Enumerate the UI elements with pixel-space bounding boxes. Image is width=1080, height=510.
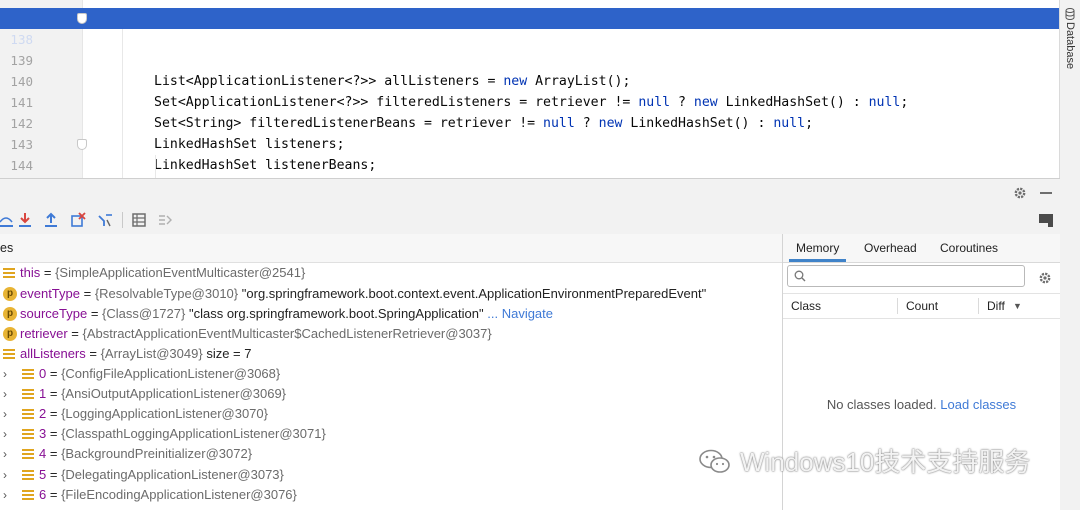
list-item[interactable]: › 2 = {LoggingApplicationListener@3070} xyxy=(0,404,782,424)
step-over-icon[interactable] xyxy=(0,212,14,228)
chevron-right-icon[interactable]: › xyxy=(3,404,13,424)
field-list-icon xyxy=(22,369,34,379)
column-class[interactable]: Class xyxy=(791,294,821,318)
empty-state: No classes loaded. Load classes xyxy=(783,397,1060,412)
tab-coroutines[interactable]: Coroutines xyxy=(940,234,998,262)
code-line-144[interactable]: 144 synchronized(this.defaultRetriever) … xyxy=(0,134,1060,173)
list-item[interactable]: › 5 = {DelegatingApplicationListener@307… xyxy=(0,465,782,485)
load-classes-link[interactable]: Load classes xyxy=(940,397,1016,412)
field-list-icon xyxy=(22,490,34,500)
code-line-141[interactable]: 141 Set<String> filteredListenerBeans = … xyxy=(0,71,1060,131)
code-line-145[interactable]: 145 listeners = new LinkedHashSet(this.d… xyxy=(0,155,1060,176)
code-line-140[interactable]: 140 Set<ApplicationListener<?>> filtered… xyxy=(0,50,1060,110)
chevron-right-icon[interactable]: › xyxy=(3,465,13,485)
variable-row-sourceType[interactable]: p sourceType = {Class@1727} "class org.s… xyxy=(0,304,782,324)
sort-desc-icon[interactable]: ▼ xyxy=(1013,294,1022,318)
column-count[interactable]: Count xyxy=(906,294,938,318)
chevron-right-icon[interactable]: › xyxy=(3,485,13,505)
field-list-icon xyxy=(3,268,15,278)
list-item[interactable]: › 3 = {ClasspathLoggingApplicationListen… xyxy=(0,424,782,444)
variables-panel[interactable]: es this = {SimpleApplicationEventMultica… xyxy=(0,234,783,510)
drop-frame-icon[interactable] xyxy=(70,212,86,228)
class-table-header: Class Count Diff ▼ xyxy=(783,293,1060,319)
code-line-143[interactable]: 143 LinkedHashSet listenerBeans; xyxy=(0,113,1060,173)
right-tool-strip: Database xyxy=(1059,0,1080,510)
parameter-icon: p xyxy=(3,287,17,301)
indent-guide xyxy=(155,155,156,178)
watermark-text: Windows10技术支持服务 xyxy=(740,447,1031,477)
chevron-right-icon[interactable]: › xyxy=(3,444,13,464)
step-out-icon[interactable] xyxy=(43,212,59,228)
navigate-link[interactable]: ... Navigate xyxy=(487,306,553,321)
toolbar-separator xyxy=(122,212,123,228)
variable-row-eventType[interactable]: p eventType = {ResolvableType@3010} "org… xyxy=(0,284,782,304)
code-editor[interactable]: 138 private Collection<ApplicationListen… xyxy=(0,0,1060,178)
memory-tab-bar: Memory Overhead Coroutines xyxy=(783,234,1060,263)
parameter-icon: p xyxy=(3,307,17,321)
fold-marker-icon[interactable] xyxy=(77,13,87,24)
field-list-icon xyxy=(22,429,34,439)
step-into-icon[interactable] xyxy=(17,212,33,228)
database-tab[interactable]: Database xyxy=(1062,8,1078,78)
column-separator xyxy=(897,298,898,314)
variable-row-this[interactable]: this = {SimpleApplicationEventMulticaste… xyxy=(0,263,782,283)
database-tab-label: Database xyxy=(1064,22,1076,70)
code-line-138[interactable]: 138 private Collection<ApplicationListen… xyxy=(0,8,1060,89)
database-icon xyxy=(1065,8,1075,20)
tab-overhead[interactable]: Overhead xyxy=(864,234,917,262)
class-search-input[interactable] xyxy=(787,265,1025,287)
gear-icon[interactable] xyxy=(1038,271,1052,285)
evaluate-expression-icon[interactable] xyxy=(131,212,147,228)
field-list-icon xyxy=(22,470,34,480)
indent-guide xyxy=(122,29,123,178)
debug-toolbar xyxy=(0,206,1060,235)
chevron-right-icon[interactable]: › xyxy=(3,364,13,384)
list-item[interactable]: › 1 = {AnsiOutputApplicationListener@306… xyxy=(0,384,782,404)
variable-row-retriever[interactable]: p retriever = {AbstractApplicationEventM… xyxy=(0,324,782,344)
search-icon xyxy=(794,270,806,282)
parameter-icon: p xyxy=(3,327,17,341)
empty-state-text: No classes loaded. xyxy=(826,397,937,412)
tab-memory[interactable]: Memory xyxy=(789,234,847,262)
fold-marker-icon[interactable] xyxy=(77,139,87,150)
debug-tool-window-header xyxy=(0,178,1060,207)
code-line-142[interactable]: 142 LinkedHashSet listeners; xyxy=(0,92,1060,152)
field-list-icon xyxy=(3,349,15,359)
column-diff[interactable]: Diff xyxy=(987,294,1005,318)
list-item[interactable]: › 6 = {FileEncodingApplicationListener@3… xyxy=(0,485,782,505)
field-list-icon xyxy=(22,449,34,459)
variables-title: es xyxy=(0,234,782,263)
chevron-right-icon[interactable]: › xyxy=(3,384,13,404)
minimize-icon[interactable] xyxy=(1040,192,1052,194)
field-list-icon xyxy=(22,389,34,399)
chevron-right-icon[interactable]: › xyxy=(3,424,13,444)
list-item[interactable]: › 4 = {BackgroundPreinitializer@3072} xyxy=(0,444,782,464)
variable-row-allListeners[interactable]: allListeners = {ArrayList@3049} size = 7 xyxy=(0,344,782,364)
field-list-icon xyxy=(22,409,34,419)
wechat-logo-icon xyxy=(699,449,730,473)
run-to-cursor-icon[interactable] xyxy=(97,212,113,228)
variables-title-text: es xyxy=(0,241,14,255)
code-line-139[interactable]: 139 List<ApplicationListener<?>> allList… xyxy=(0,29,1060,89)
trace-stream-icon[interactable] xyxy=(157,212,173,228)
list-item[interactable]: › 0 = {ConfigFileApplicationListener@306… xyxy=(0,364,782,384)
layout-settings-icon[interactable] xyxy=(1038,212,1054,228)
gear-icon[interactable] xyxy=(1013,186,1027,200)
column-separator xyxy=(978,298,979,314)
